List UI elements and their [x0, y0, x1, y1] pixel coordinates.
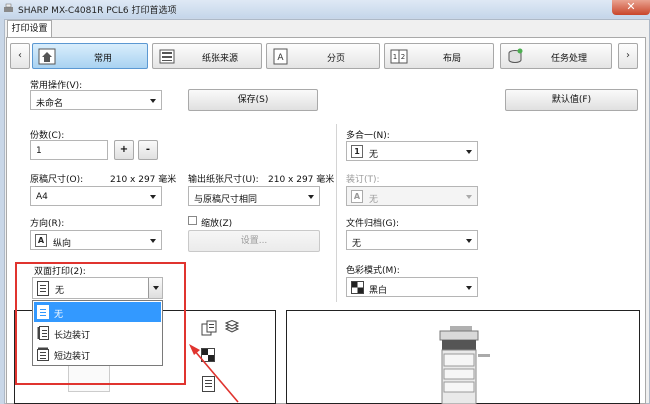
original-size-select[interactable]: A4	[30, 186, 162, 206]
zoom-settings-button[interactable]: 设置...	[188, 230, 320, 252]
chevron-down-icon	[150, 99, 156, 103]
filing-select[interactable]: 无	[346, 230, 478, 250]
chevron-down-icon	[466, 286, 472, 290]
paper-stack-icon	[224, 320, 240, 333]
tab-print-settings[interactable]: 打印设置	[7, 20, 52, 37]
highlight-box	[15, 262, 186, 385]
portrait-icon: A	[35, 234, 47, 247]
category-label: 纸张来源	[201, 54, 238, 64]
copies-input[interactable]: 1	[30, 140, 108, 160]
nav-next-button[interactable]: ›	[618, 43, 638, 69]
page-a-icon: A	[273, 48, 288, 65]
column-divider	[336, 124, 337, 302]
default-button[interactable]: 默认值(F)	[505, 89, 638, 111]
category-layout[interactable]: 12 布局	[384, 43, 494, 69]
printer-machine-icon	[439, 326, 490, 404]
svg-text:A: A	[277, 53, 284, 63]
original-size-label: 原稿尺寸(O):	[30, 175, 84, 185]
window-title: SHARP MX-C4081R PCL6 打印首选项	[18, 6, 177, 16]
category-general[interactable]: 常用	[32, 43, 148, 69]
category-job-handling[interactable]: 任务处理	[500, 43, 612, 69]
color-mode-select[interactable]: 黑白	[346, 277, 478, 297]
annotation-arrow	[189, 344, 239, 403]
output-size-dims: 210 x 297 毫米	[268, 175, 335, 185]
output-size-select[interactable]: 与原稿尺寸相同	[188, 186, 320, 206]
printer-icon	[4, 3, 13, 12]
binding-label: 装订(T):	[346, 175, 380, 185]
color-mode-value: 黑白	[369, 286, 388, 296]
zoom-checkbox[interactable]	[188, 216, 197, 225]
category-label: 布局	[442, 54, 461, 64]
nup-label: 多合一(N):	[346, 131, 390, 141]
copies-value: 1	[36, 146, 42, 156]
color-mode-label: 色彩模式(M):	[346, 266, 400, 276]
chevron-down-icon	[466, 195, 472, 199]
paper-tray-icon	[159, 49, 175, 64]
category-job-separation[interactable]: A 分页	[266, 43, 380, 69]
orientation-label: 方向(R):	[30, 219, 65, 229]
save-button[interactable]: 保存(S)	[188, 89, 318, 111]
binding-icon: A	[351, 190, 363, 203]
home-icon	[38, 48, 56, 65]
pages-per-sheet-icon: 1	[351, 145, 363, 158]
black-white-icon	[351, 281, 364, 294]
favorites-value: 未命名	[36, 99, 64, 109]
output-size-label: 输出纸张尺寸(U):	[188, 175, 259, 185]
job-stack-icon	[508, 48, 523, 63]
layout-icon: 12	[390, 49, 408, 64]
filing-value: 无	[352, 239, 362, 249]
orientation-select[interactable]: A 纵向	[30, 230, 162, 250]
category-paper-source[interactable]: 纸张来源	[152, 43, 262, 69]
binding-select[interactable]: A 无	[346, 186, 478, 206]
filing-label: 文件归档(G):	[346, 219, 400, 229]
nup-select[interactable]: 1 无	[346, 141, 478, 161]
orientation-value: 纵向	[53, 239, 72, 249]
chevron-down-icon	[308, 195, 314, 199]
category-label: 分页	[326, 54, 345, 64]
category-label: 任务处理	[550, 54, 587, 64]
nav-prev-button[interactable]: ‹	[10, 43, 30, 69]
close-button[interactable]: ✕	[612, 0, 650, 15]
svg-text:2: 2	[401, 53, 405, 61]
nup-value: 无	[369, 150, 379, 160]
copy-pages-icon	[201, 320, 217, 336]
chevron-down-icon	[466, 239, 472, 243]
chevron-down-icon	[150, 195, 156, 199]
chevron-down-icon	[150, 239, 156, 243]
output-size-value: 与原稿尺寸相同	[194, 195, 258, 205]
chevron-down-icon	[466, 150, 472, 154]
zoom-label: 缩放(Z)	[201, 219, 233, 229]
svg-text:1: 1	[393, 53, 397, 61]
favorites-select[interactable]: 未命名	[30, 90, 162, 110]
category-label: 常用	[93, 54, 112, 64]
copies-increment-button[interactable]: +	[114, 140, 134, 160]
copies-decrement-button[interactable]: -	[138, 140, 158, 160]
original-size-value: A4	[36, 192, 48, 202]
binding-value: 无	[369, 195, 379, 205]
original-size-dims: 210 x 297 毫米	[110, 175, 177, 185]
